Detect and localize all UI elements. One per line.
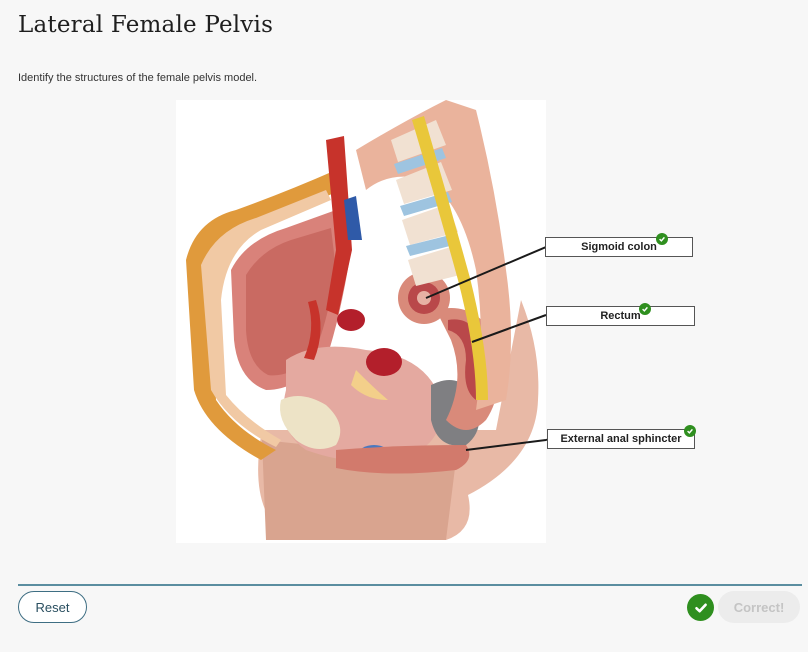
instructions-text: Identify the structures of the female pe… — [18, 72, 258, 84]
check-circle-icon — [687, 594, 714, 621]
page-title: Lateral Female Pelvis — [18, 12, 274, 38]
check-circle-icon — [684, 425, 696, 437]
label-external-anal-sphincter[interactable]: External anal sphincter — [547, 429, 695, 449]
check-circle-icon — [639, 303, 651, 315]
pelvis-model-illustration — [186, 100, 546, 540]
label-sigmoid-colon[interactable]: Sigmoid colon — [545, 237, 693, 257]
pelvis-model-image — [176, 100, 546, 543]
label-text: Rectum — [600, 310, 641, 322]
check-circle-icon — [656, 233, 668, 245]
label-rectum[interactable]: Rectum — [546, 306, 695, 326]
label-text: Sigmoid colon — [581, 241, 657, 253]
leader-extensions — [546, 245, 550, 441]
correct-status-button: Correct! — [718, 591, 800, 623]
footer-divider — [18, 584, 802, 586]
label-text: External anal sphincter — [560, 433, 682, 445]
reset-button[interactable]: Reset — [18, 591, 87, 623]
